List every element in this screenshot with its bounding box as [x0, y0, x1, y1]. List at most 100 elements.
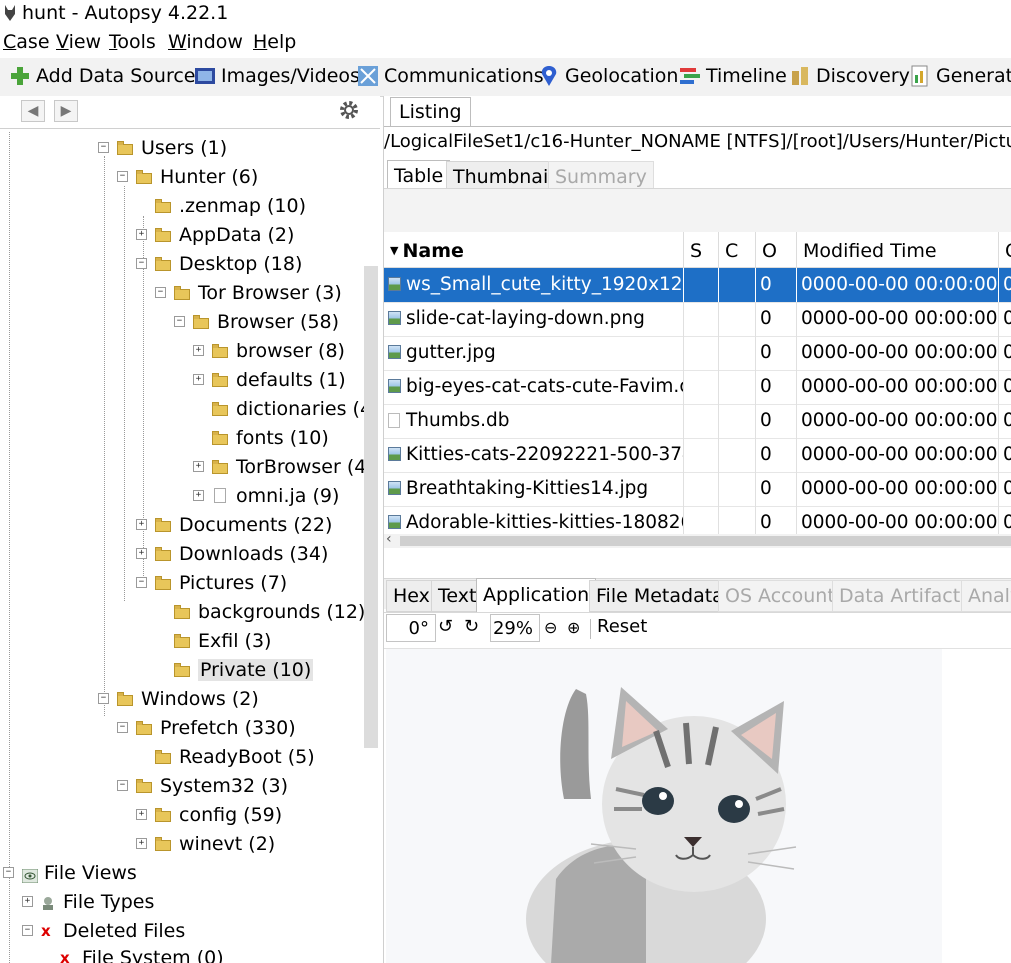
column-header-c[interactable]: C — [719, 232, 756, 268]
column-header-c2[interactable]: C — [999, 232, 1011, 268]
tree-node-file-system[interactable]: x File System (0) — [41, 943, 224, 963]
communications-button[interactable]: Communications — [357, 65, 544, 87]
column-header-name[interactable]: ▼ Name — [384, 232, 684, 268]
gear-icon[interactable] — [338, 99, 360, 121]
cell-c2: 0 — [999, 472, 1011, 506]
tree-node-fonts[interactable]: fonts (10) — [193, 423, 329, 452]
tree-node-backgrounds[interactable]: backgrounds (12) — [155, 597, 365, 626]
tree-label: Desktop (18) — [179, 252, 303, 275]
rotate-right-icon[interactable]: ↻ — [464, 616, 479, 637]
tree-node-prefetch[interactable]: − Prefetch (330) — [117, 713, 296, 742]
tree-node-file-types[interactable]: + File Types — [22, 887, 154, 916]
tab-listing[interactable]: Listing — [390, 97, 471, 126]
collapse-icon[interactable]: − — [3, 867, 14, 878]
tree-node-zenmap[interactable]: .zenmap (10) — [136, 191, 306, 220]
column-header-modified-time[interactable]: Modified Time — [797, 232, 999, 268]
tree-node-users[interactable]: − Users (1) — [98, 133, 227, 162]
tree-node-pictures[interactable]: − Pictures (7) — [136, 568, 287, 597]
tree-node-deleted-files[interactable]: − x Deleted Files — [22, 916, 185, 945]
expand-icon[interactable]: + — [193, 461, 204, 472]
file-types-icon — [41, 894, 55, 910]
expand-icon[interactable]: + — [193, 345, 204, 356]
table-row[interactable]: Adorable-kitties-kitties-18082653.jpg000… — [384, 506, 1011, 534]
tree-node-config[interactable]: + config (59) — [136, 800, 282, 829]
tab-file-metadata[interactable]: File Metadata — [589, 580, 731, 612]
zoom-level-field[interactable]: 29% — [490, 614, 540, 642]
expand-icon[interactable]: + — [136, 838, 147, 849]
add-data-source-button[interactable]: Add Data Source — [9, 65, 196, 87]
geolocation-button[interactable]: Geolocation — [538, 65, 678, 87]
tree-node-omni-ja[interactable]: + omni.ja (9) — [193, 481, 339, 510]
tree-scrollbar[interactable] — [364, 266, 378, 748]
table-row[interactable]: Breathtaking-Kitties14.jpg 0 0000-00-00 00… — [384, 472, 1011, 507]
tree-node-tor-browser[interactable]: − Tor Browser (3) — [155, 278, 342, 307]
tree-node-documents[interactable]: + Documents (22) — [136, 510, 332, 539]
tree-node-winevt[interactable]: + winevt (2) — [136, 829, 275, 858]
tree-node-desktop[interactable]: − Desktop (18) — [136, 249, 302, 278]
menu-case[interactable]: Case — [3, 31, 50, 53]
hscroll-thumb[interactable] — [400, 536, 1011, 546]
table-row[interactable]: Kitties-cats-22092221-500-374.jpg 00000-0… — [384, 438, 1011, 473]
images-videos-button[interactable]: Images/Videos — [194, 65, 360, 87]
expand-icon[interactable]: + — [136, 229, 147, 240]
tree-node-browser-parent[interactable]: − Browser (58) — [174, 307, 339, 336]
table-row[interactable]: ws_Small_cute_kitty_1920x1200.jpg 00000-0… — [384, 268, 1011, 303]
tree-node-dictionaries[interactable]: dictionaries (4) — [193, 394, 379, 423]
file-name: ws_Small_cute_kitty_1920x1200.jpg — [406, 274, 683, 295]
scroll-left-icon[interactable]: ‹ — [386, 531, 392, 547]
tree-node-readyboot[interactable]: ReadyBoot (5) — [136, 742, 315, 771]
menu-tools[interactable]: Tools — [109, 31, 156, 53]
collapse-icon[interactable]: − — [136, 577, 147, 588]
tree-node-browser[interactable]: + browser (8) — [193, 336, 345, 365]
tree-node-file-views[interactable]: − File Views — [3, 858, 137, 887]
tree-label: browser (8) — [236, 339, 345, 362]
tab-hex[interactable]: Hex — [386, 580, 437, 612]
menu-help[interactable]: Help — [253, 31, 296, 53]
menu-window[interactable]: Window — [168, 31, 243, 53]
collapse-icon[interactable]: − — [155, 287, 166, 298]
zoom-out-icon[interactable]: ⊖ — [544, 618, 557, 637]
column-header-s[interactable]: S — [684, 232, 719, 268]
expand-icon[interactable]: + — [136, 809, 147, 820]
tab-application[interactable]: Application — [476, 578, 597, 613]
tree-node-appdata[interactable]: + AppData (2) — [136, 220, 294, 249]
table-row[interactable]: Thumbs.db 00000-00-00 00:00:000 — [384, 404, 1011, 439]
column-header-o[interactable]: O — [756, 232, 797, 268]
menu-view[interactable]: View — [56, 31, 101, 53]
collapse-icon[interactable]: − — [98, 693, 109, 704]
expand-icon[interactable]: + — [193, 374, 204, 385]
generate-report-button[interactable]: Generate — [909, 65, 1011, 87]
table-row[interactable]: big-eyes-cat-cats-cute-Favim.com.jpg0000… — [384, 370, 1011, 405]
expand-icon[interactable]: + — [136, 519, 147, 530]
rotation-field[interactable]: 0° — [386, 614, 436, 642]
tree-node-exfil[interactable]: Exfil (3) — [155, 626, 271, 655]
tree-node-defaults[interactable]: + defaults (1) — [193, 365, 346, 394]
tree-node-private[interactable]: Private (10) — [155, 655, 314, 684]
tree-node-windows[interactable]: − Windows (2) — [98, 684, 259, 713]
table-hscrollbar[interactable]: ‹ — [384, 531, 1011, 548]
discovery-button[interactable]: Discovery — [789, 65, 910, 87]
tree-node-system32[interactable]: − System32 (3) — [117, 771, 288, 800]
collapse-icon[interactable]: − — [174, 316, 185, 327]
reset-button[interactable]: Reset — [597, 616, 647, 637]
rotate-left-icon[interactable]: ↺ — [438, 616, 453, 637]
forward-arrow-icon[interactable]: ▶ — [54, 100, 78, 122]
expand-icon[interactable]: + — [22, 896, 33, 907]
tree-node-torbrowser[interactable]: + TorBrowser (4) — [193, 452, 374, 481]
zoom-in-icon[interactable]: ⊕ — [567, 618, 580, 637]
collapse-icon[interactable]: − — [136, 258, 147, 269]
cell-c — [719, 302, 756, 336]
table-row[interactable]: gutter.jpg 00000-00-00 00:00:000 — [384, 336, 1011, 371]
expand-icon[interactable]: + — [136, 548, 147, 559]
collapse-icon[interactable]: − — [98, 142, 109, 153]
collapse-icon[interactable]: − — [117, 722, 128, 733]
collapse-icon[interactable]: − — [22, 925, 33, 936]
collapse-icon[interactable]: − — [117, 171, 128, 182]
expand-icon[interactable]: + — [193, 490, 204, 501]
tree-node-hunter[interactable]: − Hunter (6) — [117, 162, 258, 191]
timeline-button[interactable]: Timeline — [679, 65, 787, 87]
back-arrow-icon[interactable]: ◀ — [21, 100, 45, 122]
table-row[interactable]: slide-cat-laying-down.png 0 0000-00-00 00:… — [384, 302, 1011, 337]
collapse-icon[interactable]: − — [117, 780, 128, 791]
tree-node-downloads[interactable]: + Downloads (34) — [136, 539, 328, 568]
